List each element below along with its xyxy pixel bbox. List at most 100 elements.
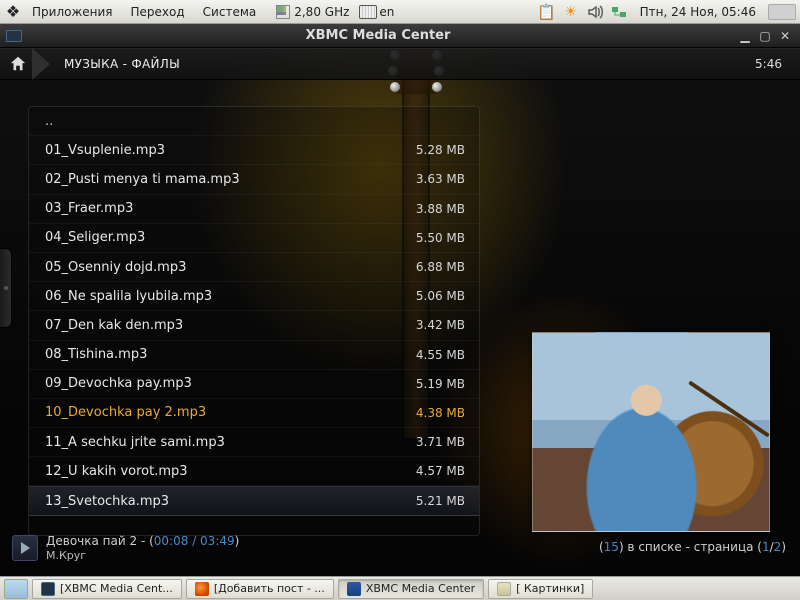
options-drawer-handle[interactable] <box>0 248 12 328</box>
window-title-bar[interactable]: XBMC Media Center ▁ ▢ ✕ <box>0 24 800 48</box>
file-name: 03_Fraer.mp3 <box>45 201 416 216</box>
xbmc-clock: 5:46 <box>737 57 800 71</box>
file-name: 05_Osenniy dojd.mp3 <box>45 260 416 275</box>
file-name: 04_Seliger.mp3 <box>45 230 416 245</box>
taskbar-item-firefox[interactable]: [Добавить пост - ... <box>186 579 334 599</box>
taskbar-label: [XBMC Media Cent... <box>60 582 173 595</box>
file-name: 07_Den kak den.mp3 <box>45 318 416 333</box>
gnome-top-panel: ❖ Приложения Переход Система 2,80 GHz en… <box>0 0 800 24</box>
file-size: 4.55 MB <box>416 348 465 362</box>
file-row[interactable]: 12_U kakih vorot.mp34.57 MB <box>29 457 479 486</box>
window-title: XBMC Media Center <box>22 28 734 43</box>
file-row[interactable]: 02_Pusti menya ti mama.mp33.63 MB <box>29 165 479 194</box>
xbmc-body: МУЗЫКА - ФАЙЛЫ 5:46 .. 01_Vsuplenie.mp35… <box>0 48 800 576</box>
applications-icon: ❖ <box>4 3 22 21</box>
taskbar-label: [Добавить пост - ... <box>214 582 325 595</box>
now-playing-track: Девочка пай 2 <box>46 534 137 548</box>
file-row[interactable]: 10_Devochka pay 2.mp34.38 MB <box>29 399 479 428</box>
file-row[interactable]: 04_Seliger.mp35.50 MB <box>29 224 479 253</box>
now-playing-elapsed: 00:08 <box>154 534 189 548</box>
file-size: 3.88 MB <box>416 202 465 216</box>
page-total: 2 <box>774 540 782 554</box>
menu-system[interactable]: Система <box>195 5 265 19</box>
volume-icon[interactable] <box>586 3 604 21</box>
network-icon[interactable] <box>610 3 628 21</box>
home-button[interactable] <box>0 50 36 78</box>
paren: ) <box>235 534 240 548</box>
page-info: (15) в списке - страница (1/2) <box>599 540 786 554</box>
file-row[interactable]: 03_Fraer.mp33.88 MB <box>29 195 479 224</box>
xbmc-app-icon <box>6 30 22 42</box>
file-size: 6.88 MB <box>416 260 465 274</box>
system-tray: 📋 ☀ Птн, 24 Ноя, 05:46 <box>538 3 796 21</box>
maximize-button[interactable]: ▢ <box>756 28 774 44</box>
now-playing-bar: Девочка пай 2 - (00:08 / 03:49) М.Круг <box>12 534 239 562</box>
file-size: 5.28 MB <box>416 143 465 157</box>
now-playing-artist: М.Круг <box>46 549 239 562</box>
file-name: 06_Ne spalila lyubila.mp3 <box>45 289 416 304</box>
file-name: 02_Pusti menya ti mama.mp3 <box>45 172 416 187</box>
file-size: 5.19 MB <box>416 377 465 391</box>
clipboard-icon[interactable]: 📋 <box>538 3 556 21</box>
file-size: 5.21 MB <box>416 494 465 508</box>
file-size: 3.63 MB <box>416 172 465 186</box>
gnome-bottom-panel: [XBMC Media Cent... [Добавить пост - ...… <box>0 576 800 600</box>
bg-decoration <box>390 82 400 92</box>
parent-dir-row[interactable]: .. <box>29 107 479 136</box>
list-count: 15 <box>604 540 619 554</box>
page-current: 1 <box>762 540 770 554</box>
file-size: 5.06 MB <box>416 289 465 303</box>
play-button[interactable] <box>12 535 38 561</box>
file-row[interactable]: 13_Svetochka.mp35.21 MB <box>29 486 479 515</box>
page-info-mid: ) в списке - страница ( <box>619 540 762 554</box>
close-button[interactable]: ✕ <box>776 28 794 44</box>
file-row[interactable]: 08_Tishina.mp34.55 MB <box>29 341 479 370</box>
file-name: .. <box>45 114 465 129</box>
file-row[interactable]: 09_Devochka pay.mp35.19 MB <box>29 370 479 399</box>
breadcrumb-bar: МУЗЫКА - ФАЙЛЫ 5:46 <box>0 48 800 80</box>
taskbar-item-xbmc-active[interactable]: XBMC Media Center <box>338 579 484 599</box>
taskbar-item-xbmc[interactable]: [XBMC Media Cent... <box>32 579 182 599</box>
now-playing-total: 03:49 <box>200 534 235 548</box>
keyboard-layout-label[interactable]: en <box>379 5 394 19</box>
now-playing-artwork <box>532 332 770 532</box>
dash: - ( <box>141 534 154 548</box>
time-sep: / <box>188 534 200 548</box>
bg-decoration <box>432 82 442 92</box>
file-size: 4.57 MB <box>416 464 465 478</box>
breadcrumb-wedge <box>32 48 50 80</box>
file-size: 3.42 MB <box>416 318 465 332</box>
weather-icon[interactable]: ☀ <box>562 3 580 21</box>
file-row[interactable]: 11_A sechku jrite sami.mp33.71 MB <box>29 428 479 457</box>
file-size: 5.50 MB <box>416 231 465 245</box>
cpu-frequency[interactable]: 2,80 GHz <box>294 5 349 19</box>
file-row[interactable]: 06_Ne spalila lyubila.mp35.06 MB <box>29 282 479 311</box>
panel-clock[interactable]: Птн, 24 Ноя, 05:46 <box>634 5 762 19</box>
menu-applications[interactable]: Приложения <box>24 5 121 19</box>
file-row[interactable]: 07_Den kak den.mp33.42 MB <box>29 311 479 340</box>
file-name: 01_Vsuplenie.mp3 <box>45 143 416 158</box>
file-name: 09_Devochka pay.mp3 <box>45 376 416 391</box>
file-name: 13_Svetochka.mp3 <box>45 494 416 509</box>
file-list-panel: .. 01_Vsuplenie.mp35.28 MB02_Pusti menya… <box>28 106 480 536</box>
cpu-monitor-icon[interactable] <box>274 3 292 21</box>
taskbar-label: XBMC Media Center <box>366 582 475 595</box>
show-desktop-button[interactable] <box>4 579 28 599</box>
file-name: 12_U kakih vorot.mp3 <box>45 464 416 479</box>
file-size: 3.71 MB <box>416 435 465 449</box>
now-playing-line1: Девочка пай 2 - (00:08 / 03:49) <box>46 534 239 548</box>
home-icon <box>9 55 27 73</box>
user-menu[interactable] <box>768 4 796 20</box>
taskbar-item-folder[interactable]: [ Картинки] <box>488 579 593 599</box>
file-name: 10_Devochka pay 2.mp3 <box>45 405 416 420</box>
file-name: 08_Tishina.mp3 <box>45 347 416 362</box>
breadcrumb-label: МУЗЫКА - ФАЙЛЫ <box>50 57 194 71</box>
minimize-button[interactable]: ▁ <box>736 28 754 44</box>
file-row[interactable]: 01_Vsuplenie.mp35.28 MB <box>29 136 479 165</box>
xbmc-task-icon <box>41 582 55 596</box>
file-row[interactable]: 05_Osenniy dojd.mp36.88 MB <box>29 253 479 282</box>
taskbar-label: [ Картинки] <box>516 582 584 595</box>
menu-places[interactable]: Переход <box>123 5 193 19</box>
file-list: .. 01_Vsuplenie.mp35.28 MB02_Pusti menya… <box>29 107 479 516</box>
keyboard-layout-icon[interactable] <box>359 3 377 21</box>
